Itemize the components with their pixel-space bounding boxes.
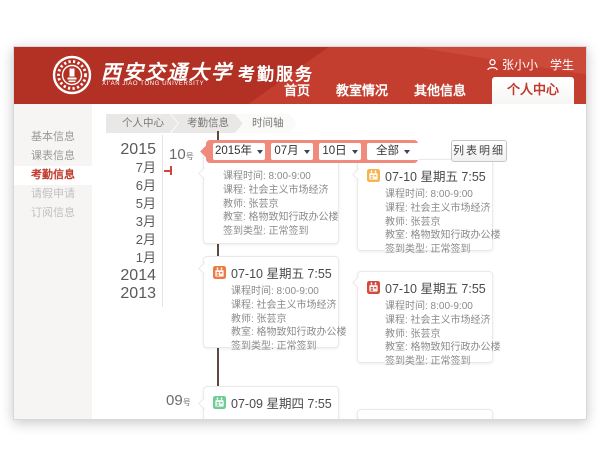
card-title: 07-10 星期五 7:55 — [231, 263, 332, 282]
category-select[interactable]: 全部 — [367, 143, 419, 160]
calendar-icon — [367, 281, 380, 294]
classroom-row: 教室: 格物致知行政办公楼 — [213, 326, 329, 340]
year-column-divider — [162, 135, 163, 307]
timeline-year-2014[interactable]: 2014 — [72, 267, 156, 285]
breadcrumb-timeline[interactable]: 时间轴 — [236, 114, 298, 133]
user-info[interactable]: 张小小 学生 — [487, 56, 574, 73]
day-select-value: 10日 — [322, 143, 346, 160]
breadcrumb-attendance-info[interactable]: 考勤信息 — [171, 114, 243, 133]
timeline-month-1[interactable]: 1月 — [72, 249, 156, 267]
card-title: 07-10 星期五 7:55 — [385, 278, 486, 297]
university-name-en: XI'AN JIAO TONG UNIVERSITY — [102, 81, 204, 87]
classroom-row: 教室: 格物致知行政办公楼 — [367, 341, 483, 355]
course-time-row: 课程时间: 8:00-9:00 — [367, 188, 483, 202]
day-label-10: 10号 — [169, 146, 194, 163]
user-role: 学生 — [550, 56, 574, 73]
signin-type-row: 签到类型: 正常签到 — [213, 340, 329, 354]
signin-type-row: 签到类型: 正常签到 — [367, 243, 483, 257]
signin-type-row: 签到类型: 正常签到 — [213, 225, 329, 239]
attendance-card[interactable]: 07-10 星期五 7:55 课程时间: 8:00-9:00 课程: 社会主义市… — [357, 271, 493, 363]
timeline-month-5[interactable]: 5月 — [72, 195, 156, 213]
timeline-month-6[interactable]: 6月 — [72, 177, 156, 195]
course-row: 课程: 社会主义市场经济 — [367, 314, 483, 328]
course-time-row: 课程时间: 8:00-9:00 — [213, 285, 329, 299]
current-month-marker — [164, 166, 172, 175]
attendance-card[interactable]: 07-09 星期四 7:55 — [203, 386, 339, 420]
course-row: 课程: 社会主义市场经济 — [213, 299, 329, 313]
timeline-month-7[interactable]: 7月 — [72, 159, 156, 177]
teacher-row: 教师: 张芸京 — [367, 216, 483, 230]
day-select[interactable]: 10日 — [319, 143, 361, 160]
filter-bar: 2015年 07月 10日 全部 — [206, 140, 418, 163]
main-nav: 首页 教室情况 其他信息 个人中心 — [284, 77, 574, 104]
year-select[interactable]: 2015年 — [213, 143, 265, 160]
breadcrumb-personal-center[interactable]: 个人中心 — [106, 114, 178, 133]
chevron-down-icon — [352, 150, 358, 154]
chevron-down-icon — [304, 150, 310, 154]
timeline-month-3[interactable]: 3月 — [72, 213, 156, 231]
breadcrumb: 个人中心 考勤信息 时间轴 — [106, 114, 298, 133]
timeline-month-2[interactable]: 2月 — [72, 231, 156, 249]
teacher-row: 教师: 张芸京 — [213, 198, 329, 212]
course-row: 课程: 社会主义市场经济 — [213, 184, 329, 198]
attendance-card[interactable]: 07-10 星期五 7:55 课程时间: 8:00-9:00 课程: 社会主义市… — [203, 256, 339, 348]
chevron-down-icon — [257, 150, 263, 154]
attendance-card[interactable]: 07-10 星期五 7:55 课程时间: 8:00-9:00 课程: 社会主义市… — [357, 159, 493, 251]
chevron-down-icon — [404, 150, 410, 154]
calendar-icon — [213, 396, 226, 409]
timeline-year-2015[interactable]: 2015 — [72, 141, 156, 159]
teacher-row: 教师: 张芸京 — [213, 313, 329, 327]
app-window: 西安交通大学 XI'AN JIAO TONG UNIVERSITY 考勤服务 张… — [13, 46, 587, 420]
timeline-year-2013[interactable]: 2013 — [72, 285, 156, 303]
page: 西安交通大学 XI'AN JIAO TONG UNIVERSITY 考勤服务 张… — [0, 0, 600, 450]
course-row: 课程: 社会主义市场经济 — [367, 202, 483, 216]
calendar-icon — [213, 266, 226, 279]
list-detail-button[interactable]: 列表明细 — [451, 140, 507, 162]
classroom-row: 教室: 格物致知行政办公楼 — [367, 229, 483, 243]
course-time-row: 课程时间: 8:00-9:00 — [213, 170, 329, 184]
university-logo-icon — [52, 55, 92, 95]
year-select-value: 2015年 — [215, 143, 252, 160]
user-name: 张小小 — [502, 56, 538, 73]
user-icon — [487, 59, 498, 71]
nav-item-classrooms[interactable]: 教室情况 — [336, 78, 388, 104]
attendance-card[interactable]: 课程时间: 8:00-9:00 课程: 社会主义市场经济 教师: 张芸京 教室:… — [203, 154, 339, 244]
nav-item-other-info[interactable]: 其他信息 — [414, 78, 466, 104]
timeline-year-list: 2015 7月 6月 5月 3月 2月 1月 2014 2013 — [72, 141, 156, 303]
attendance-card-stub[interactable] — [357, 409, 493, 420]
month-select[interactable]: 07月 — [271, 143, 313, 160]
month-select-value: 07月 — [274, 143, 298, 160]
app-header: 西安交通大学 XI'AN JIAO TONG UNIVERSITY 考勤服务 张… — [14, 47, 586, 104]
teacher-row: 教师: 张芸京 — [367, 328, 483, 342]
nav-item-home[interactable]: 首页 — [284, 78, 310, 104]
nav-item-personal-center[interactable]: 个人中心 — [492, 77, 574, 104]
day-label-09: 09号 — [166, 392, 191, 409]
category-select-value: 全部 — [376, 143, 399, 160]
signin-type-row: 签到类型: 正常签到 — [367, 355, 483, 369]
card-title: 07-10 星期五 7:55 — [385, 166, 486, 185]
card-title: 07-09 星期四 7:55 — [231, 393, 332, 412]
course-time-row: 课程时间: 8:00-9:00 — [367, 300, 483, 314]
classroom-row: 教室: 格物致知行政办公楼 — [213, 211, 329, 225]
calendar-icon — [367, 169, 380, 182]
